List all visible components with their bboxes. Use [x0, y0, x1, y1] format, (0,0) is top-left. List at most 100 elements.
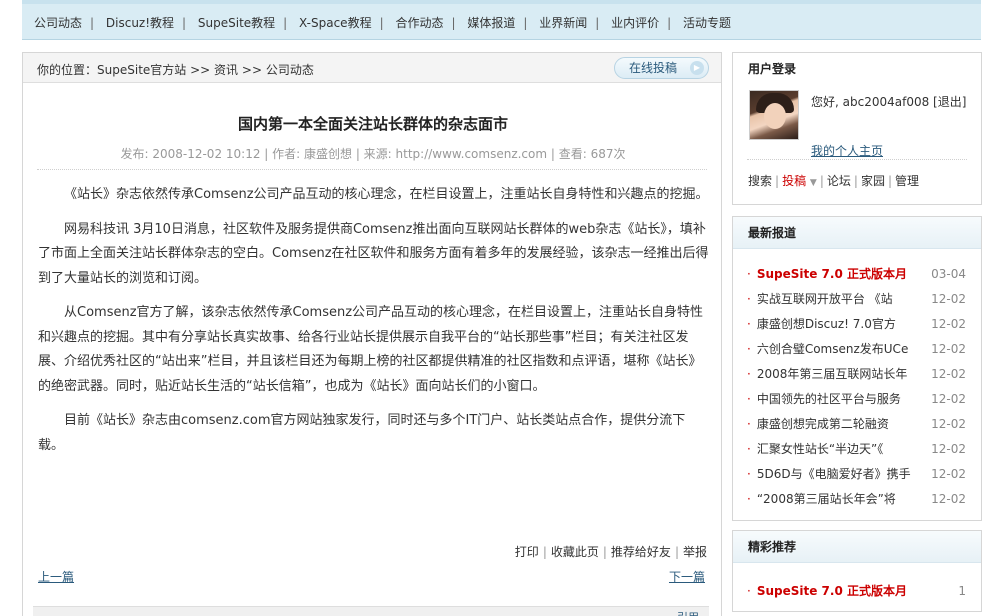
nav-item-xspace-tutorial[interactable]: X-Space教程 |	[299, 14, 392, 31]
article-title: 国内第一本全面关注站长群体的杂志面市	[237, 115, 508, 133]
bullet-icon: ·	[747, 292, 751, 306]
user-links: 搜索 | 投稿 ▼ | 论坛 | 家园 | 管理	[748, 174, 920, 188]
news-date: 12-02	[931, 417, 966, 431]
news-link[interactable]: 中国领先的社区平台与服务	[757, 392, 901, 406]
breadcrumb-separator: >>	[241, 63, 262, 77]
list-item: · “2008第三届站长年会”将 12-02	[747, 487, 966, 512]
nav-item-events[interactable]: 活动专题	[683, 14, 731, 31]
news-link[interactable]: 六创合璧Comsenz发布UCe	[757, 342, 909, 356]
article-paragraph: 《站长》杂志依然传承Comsenz公司产品互动的核心理念，在栏目设置上，注重站长…	[64, 187, 709, 202]
top-nav-bar	[22, 0, 981, 4]
news-link[interactable]: 康盛创想Discuz! 7.0官方	[757, 317, 896, 331]
nav-item-industry-news[interactable]: 业界新闻 |	[539, 14, 607, 31]
nav-item-company-news[interactable]: 公司动态 |	[34, 14, 102, 31]
list-item: · 中国领先的社区平台与服务 12-02	[747, 387, 966, 412]
avatar[interactable]	[749, 90, 799, 140]
bullet-icon: ·	[747, 267, 751, 281]
bullet-icon: ·	[747, 367, 751, 381]
breadcrumb-separator: >>	[190, 63, 211, 77]
list-item: · SupeSite 7.0 正式版本月 03-04	[747, 262, 966, 287]
nav-item-discuz-tutorial[interactable]: Discuz!教程 |	[106, 14, 194, 31]
featured-box: 精彩推荐 · SupeSite 7.0 正式版本月 1	[732, 530, 982, 612]
bullet-icon: ·	[747, 584, 751, 598]
list-item: · 康盛创想Discuz! 7.0官方 12-02	[747, 312, 966, 337]
news-date: 12-02	[931, 342, 966, 356]
bullet-icon: ·	[747, 417, 751, 431]
featured-count: 1	[958, 584, 966, 598]
news-link[interactable]: 2008年第三届互联网站长年	[757, 367, 908, 381]
bullet-icon: ·	[747, 342, 751, 356]
latest-news-list: · SupeSite 7.0 正式版本月 03-04 · 实战互联网开放平台 《站 12…	[733, 249, 981, 512]
submit-link[interactable]: 投稿	[782, 174, 806, 188]
featured-title: 精彩推荐	[733, 531, 981, 563]
recommend-link[interactable]: 推荐给好友	[611, 545, 671, 559]
article-paragraph: 目前《站长》杂志由comsenz.com官方网站独家发行，同时还与多个IT门户、…	[38, 413, 686, 453]
breadcrumb-bar: 你的位置：SupeSite官方站 >> 资讯 >> 公司动态 在线投稿 ▶	[23, 53, 721, 83]
featured-link[interactable]: SupeSite 7.0 正式版本月	[757, 584, 907, 598]
user-greeting[interactable]: 您好, abc2004af008 [退出]	[811, 91, 976, 113]
list-item: · 实战互联网开放平台 《站 12-02	[747, 287, 966, 312]
list-item: · 康盛创想完成第二轮融资 12-02	[747, 412, 966, 437]
article-body: 《站长》杂志依然传承Comsenz公司产品互动的核心理念，在栏目设置上，注重站长…	[38, 183, 710, 468]
admin-link[interactable]: 管理	[895, 174, 919, 188]
divider	[747, 159, 967, 160]
news-link[interactable]: SupeSite 7.0 正式版本月	[757, 267, 907, 281]
quote-link[interactable]: 引用	[677, 609, 699, 616]
bullet-icon: ·	[747, 392, 751, 406]
list-item: · 汇聚女性站长“半边天”《 12-02	[747, 437, 966, 462]
nav-item-media-reports[interactable]: 媒体报道 |	[467, 14, 535, 31]
nav-item-industry-reviews[interactable]: 业内评价 |	[611, 14, 679, 31]
online-submit-button[interactable]: 在线投稿 ▶	[614, 57, 709, 79]
next-article-link[interactable]: 下一篇	[669, 568, 705, 585]
nav-item-partner-news[interactable]: 合作动态 |	[395, 14, 463, 31]
list-item: · 六创合璧Comsenz发布UCe 12-02	[747, 337, 966, 362]
news-date: 12-02	[931, 367, 966, 381]
bookmark-link[interactable]: 收藏此页	[551, 545, 599, 559]
news-date: 12-02	[931, 392, 966, 406]
latest-news-title: 最新报道	[733, 217, 981, 249]
search-link[interactable]: 搜索	[748, 174, 772, 188]
breadcrumb: 你的位置：SupeSite官方站 >> 资讯 >> 公司动态	[37, 61, 314, 78]
comment-bar: 引用	[33, 606, 709, 616]
login-title: 用户登录	[733, 53, 981, 85]
news-link[interactable]: “2008第三届站长年会”将	[757, 492, 896, 506]
breadcrumb-section-link[interactable]: 资讯	[214, 63, 238, 77]
article-meta: 发布: 2008-12-02 10:12 | 作者: 康盛创想 | 来源: ht…	[120, 147, 626, 161]
print-link[interactable]: 打印	[515, 545, 539, 559]
bullet-icon: ·	[747, 467, 751, 481]
news-date: 03-04	[931, 267, 966, 281]
list-item: · SupeSite 7.0 正式版本月 1	[747, 579, 966, 604]
breadcrumb-category-link[interactable]: 公司动态	[266, 63, 314, 77]
home-link[interactable]: 家园	[861, 174, 885, 188]
article-paragraph: 网易科技讯 3月10日消息，社区软件及服务提供商Comsenz推出面向互联网站长…	[38, 221, 709, 286]
bullet-icon: ·	[747, 442, 751, 456]
nav-item-supesite-tutorial[interactable]: SupeSite教程 |	[198, 14, 295, 31]
my-home-link[interactable]: 我的个人主页	[811, 142, 883, 159]
top-nav-list: 公司动态 | Discuz!教程 | SupeSite教程 | X-Space教程 | …	[34, 14, 731, 31]
forum-link[interactable]: 论坛	[827, 174, 851, 188]
list-item: · 2008年第三届互联网站长年 12-02	[747, 362, 966, 387]
top-nav: 公司动态 | Discuz!教程 | SupeSite教程 | X-Space教程 | …	[22, 0, 981, 40]
news-link[interactable]: 5D6D与《电脑爱好者》携手	[757, 467, 911, 481]
prev-article-link[interactable]: 上一篇	[38, 568, 74, 585]
breadcrumb-prefix: 你的位置：	[37, 63, 98, 77]
news-date: 12-02	[931, 317, 966, 331]
news-link[interactable]: 汇聚女性站长“半边天”《	[757, 442, 883, 456]
news-date: 12-02	[931, 492, 966, 506]
avatar-face	[764, 103, 786, 129]
bullet-icon: ·	[747, 492, 751, 506]
news-date: 12-02	[931, 292, 966, 306]
news-date: 12-02	[931, 467, 966, 481]
article-tools: 打印 | 收藏此页 | 推荐给好友 | 举报	[514, 545, 707, 559]
divider	[37, 169, 707, 170]
bullet-icon: ·	[747, 317, 751, 331]
login-box: 用户登录 您好, abc2004af008 [退出] 我的个人主页 搜索 | 投稿 …	[732, 52, 982, 205]
report-link[interactable]: 举报	[683, 545, 707, 559]
chevron-down-icon[interactable]: ▼	[810, 178, 817, 188]
breadcrumb-site-link[interactable]: SupeSite官方站	[97, 63, 186, 77]
news-link[interactable]: 康盛创想完成第二轮融资	[757, 417, 889, 431]
article-panel: 你的位置：SupeSite官方站 >> 资讯 >> 公司动态 在线投稿 ▶ 国内…	[22, 52, 722, 616]
news-link[interactable]: 实战互联网开放平台 《站	[757, 292, 893, 306]
news-date: 12-02	[931, 442, 966, 456]
play-arrow-icon: ▶	[690, 61, 704, 75]
